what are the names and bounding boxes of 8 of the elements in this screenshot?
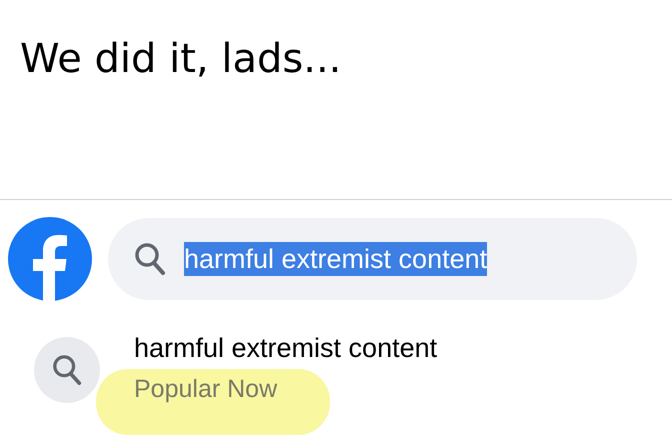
search-icon — [52, 354, 82, 386]
caption: We did it, lads... — [20, 35, 342, 84]
search-value: harmful extremist content — [184, 242, 488, 276]
search-icon — [134, 242, 166, 276]
suggestion-subtitle: Popular Now — [134, 374, 278, 405]
suggestion-title[interactable]: harmful extremist content — [134, 331, 438, 365]
search-field[interactable]: harmful extremist content — [108, 218, 637, 300]
facebook-logo-icon — [8, 217, 92, 301]
